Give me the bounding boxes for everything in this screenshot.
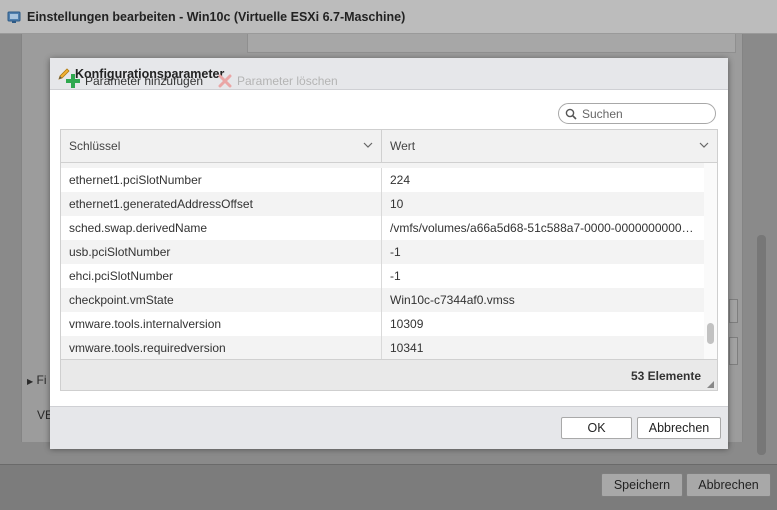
table-row[interactable]: checkpoint.vmState Win10c-c7344af0.vmss: [61, 288, 717, 312]
search-box[interactable]: [558, 103, 716, 124]
cancel-button[interactable]: Abbrechen: [637, 417, 721, 439]
grid-scrollbar-thumb[interactable]: [707, 323, 714, 344]
row-key: vmware.tools.requiredversion: [61, 336, 382, 360]
row-key: sched.swap.derivedName: [61, 216, 382, 240]
outer-title-bar: Einstellungen bearbeiten - Win10c (Virtu…: [0, 0, 777, 34]
delete-parameter-label: Parameter löschen: [237, 74, 338, 88]
resize-grip-icon[interactable]: [707, 381, 714, 388]
save-button[interactable]: Speichern: [601, 473, 683, 497]
delete-parameter-button[interactable]: Parameter löschen: [218, 74, 338, 88]
column-header-value[interactable]: Wert: [382, 130, 717, 162]
row-key: checkpoint.vmState: [61, 288, 382, 312]
vm-icon: [7, 11, 21, 23]
row-value: 10: [390, 197, 404, 211]
row-value: 10341: [390, 341, 424, 355]
row-value: 10309: [390, 317, 424, 331]
close-icon: [218, 74, 232, 88]
column-header-value-label: Wert: [390, 139, 416, 153]
row-key: ehci.pciSlotNumber: [61, 264, 382, 288]
table-row[interactable]: ethernet1.pciSlotNumber 224: [61, 168, 717, 192]
outer-control: [729, 299, 738, 323]
outer-section-toggle[interactable]: ▶ Fi: [27, 373, 47, 387]
outer-control: [729, 337, 738, 365]
add-parameter-label: Parameter hinzufügen: [85, 74, 204, 88]
row-value: 224: [390, 173, 411, 187]
row-key: ethernet1.pciSlotNumber: [61, 168, 382, 192]
row-key: usb.pciSlotNumber: [61, 240, 382, 264]
outer-section-label: Fi: [36, 373, 47, 387]
search-icon: [565, 108, 577, 120]
table-row[interactable]: sched.swap.derivedName/vmfs/volumes/a66a…: [61, 216, 717, 240]
row-value: -1: [390, 245, 401, 259]
table-row[interactable]: vmware.tools.internalversion 10309: [61, 312, 717, 336]
triangle-right-icon: ▶: [27, 377, 34, 386]
column-header-key-label: Schlüssel: [69, 139, 121, 153]
parameters-grid: Schlüssel Wert ethernet1.pciSlotNumber 22…: [60, 129, 718, 391]
row-key: vmware.tools.internalversion: [61, 312, 382, 336]
item-count: 53 Elemente: [630, 369, 701, 383]
row-value: /vmfs/volumes/a66a5d68-51c588a7-0000-000…: [390, 221, 697, 235]
table-row[interactable]: ehci.pciSlotNumber -1: [61, 264, 717, 288]
chevron-down-icon: [363, 142, 373, 148]
row-value: -1: [390, 269, 401, 283]
column-header-key[interactable]: Schlüssel: [61, 130, 382, 162]
grid-header: Schlüssel Wert: [61, 130, 717, 163]
outer-cancel-button[interactable]: Abbrechen: [686, 473, 771, 497]
add-parameter-button[interactable]: Parameter hinzufügen: [66, 74, 203, 88]
plus-icon: [66, 74, 80, 88]
grid-body: ethernet1.pciSlotNumber 224 ethernet1.gen…: [61, 163, 717, 360]
search-input[interactable]: [580, 105, 704, 122]
outer-window-title: Einstellungen bearbeiten - Win10c (Virtu…: [27, 9, 406, 24]
chevron-down-icon: [699, 142, 709, 148]
outer-scrollbar[interactable]: [757, 235, 766, 455]
outer-field: [247, 34, 736, 53]
table-row[interactable]: usb.pciSlotNumber -1: [61, 240, 717, 264]
ok-button[interactable]: OK: [561, 417, 632, 439]
row-key: ethernet1.generatedAddressOffset: [61, 192, 382, 216]
config-params-dialog: Konfigurationsparameter Parameter hinzuf…: [50, 58, 728, 449]
table-row[interactable]: ethernet1.generatedAddressOffset 10: [61, 192, 717, 216]
table-row[interactable]: vmware.tools.requiredversion 10341: [61, 336, 717, 360]
dialog-footer: OK Abbrechen: [50, 406, 728, 449]
grid-footer: 53 Elemente: [61, 359, 717, 390]
row-value: Win10c-c7344af0.vmss: [390, 293, 515, 307]
